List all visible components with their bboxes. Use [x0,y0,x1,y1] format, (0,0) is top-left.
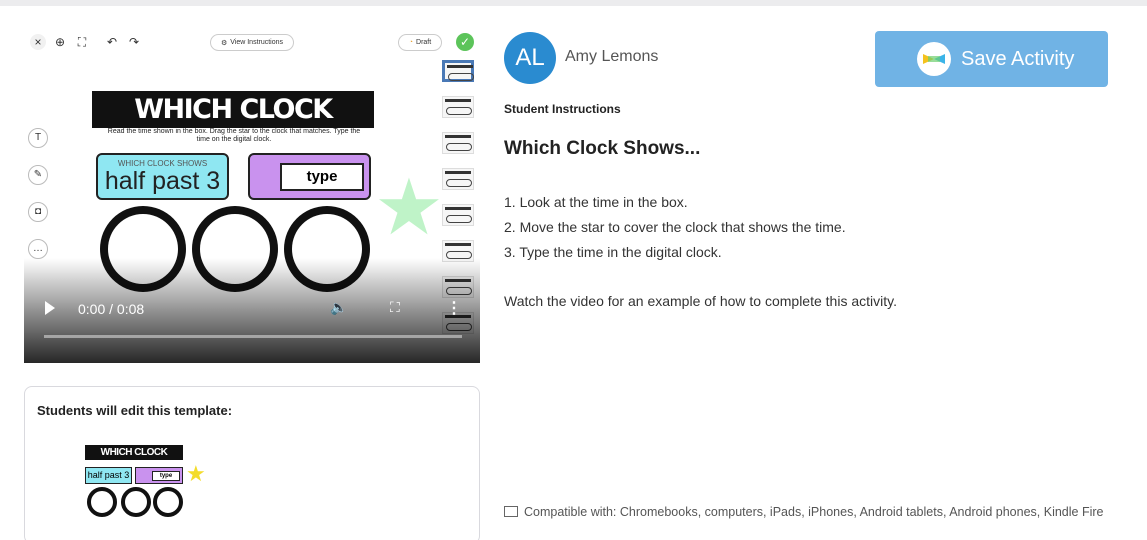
fullscreen-icon[interactable]: ⛶ [390,299,400,316]
activity-page: × ⊕ ⛶ ↶ ↷ ⚙ View Instructions ◔ Draft ✓ … [0,0,1147,540]
step-item: 3. Type the time in the digital clock. [504,244,722,260]
view-instructions-label: View Instructions [230,39,284,46]
pen-tool-icon[interactable]: ✎ [28,165,48,185]
avatar[interactable]: AL [504,32,556,84]
author-name[interactable]: Amy Lemons [565,48,658,66]
instructions-heading: Student Instructions [504,102,621,116]
thumbnail-2[interactable] [442,96,474,118]
thumbnail-4[interactable] [442,168,474,190]
volume-icon[interactable]: 🔈 [330,299,347,316]
devices-icon [504,506,518,517]
compatibility-text: Compatible with: Chromebooks, computers,… [524,505,1104,519]
slide-title: WHICH CLOCK SHOWS... [92,91,374,162]
thumbnail-3[interactable] [442,132,474,154]
fit-screen-icon[interactable]: ⛶ [74,34,90,50]
step-item: 1. Look at the time in the box. [504,194,688,210]
digital-clock-box: type [248,153,371,200]
player-controls: 0:00 / 0:08 🔈 ⛶ ⋮ [24,296,480,326]
more-options-icon[interactable]: ⋮ [446,298,462,318]
player-time: 0:00 / 0:08 [78,301,145,317]
compatibility-info: Compatible with: Chromebooks, computers,… [504,502,1134,522]
template-label: Students will edit this template: [37,403,233,418]
save-activity-button[interactable]: Save Activity [875,31,1108,87]
mini-clock-1 [87,487,117,517]
play-icon[interactable] [45,301,55,315]
video-note: Watch the video for an example of how to… [504,293,897,309]
redo-icon[interactable]: ↷ [126,34,142,50]
template-preview-card: Students will edit this template: WHICH … [24,386,480,540]
mini-type-field: type [152,471,180,481]
draft-button[interactable]: ◔ Draft [398,34,442,51]
mini-digital-box: type [135,467,183,484]
seesaw-logo-icon [917,42,951,76]
text-tool-icon[interactable]: T [28,128,48,148]
instruction-steps: 1. Look at the time in the box. 2. Move … [504,190,846,265]
more-tools-icon[interactable]: … [28,239,48,259]
slide-directions: Read the time shown in the box. Drag the… [107,128,361,143]
template-thumbnail: WHICH CLOCK SHOWS... half past 3 type ★ [85,445,225,520]
step-item: 2. Move the star to cover the clock that… [504,219,846,235]
zoom-icon[interactable]: ⊕ [52,34,68,50]
instructions-icon: ⚙ [220,39,228,47]
draft-label: Draft [416,39,432,46]
thumbnail-5[interactable] [442,204,474,226]
mini-title: WHICH CLOCK SHOWS... [85,445,183,473]
activity-title: Which Clock Shows... [504,138,701,159]
star-sticker: ★ [374,163,444,251]
progress-bar[interactable] [44,335,462,338]
drawing-tools: T ✎ ◘ … [28,128,48,276]
mini-clock-3 [153,487,183,517]
star-icon: ★ [186,461,206,486]
mini-clock-2 [121,487,151,517]
demo-video[interactable]: × ⊕ ⛶ ↶ ↷ ⚙ View Instructions ◔ Draft ✓ … [24,28,480,363]
view-instructions-button[interactable]: ⚙ View Instructions [210,34,294,51]
done-check-icon[interactable]: ✓ [456,33,474,51]
time-box-value: half past 3 [104,167,221,195]
undo-icon[interactable]: ↶ [104,34,120,50]
close-icon[interactable]: × [30,34,46,50]
thumbnail-1[interactable] [442,60,474,82]
save-activity-label: Save Activity [961,47,1075,70]
draft-icon: ◔ [408,39,414,46]
camera-tool-icon[interactable]: ◘ [28,202,48,222]
time-box: WHICH CLOCK SHOWS half past 3 [96,153,229,200]
mini-time-box: half past 3 [85,467,132,484]
type-field: type [280,163,364,191]
